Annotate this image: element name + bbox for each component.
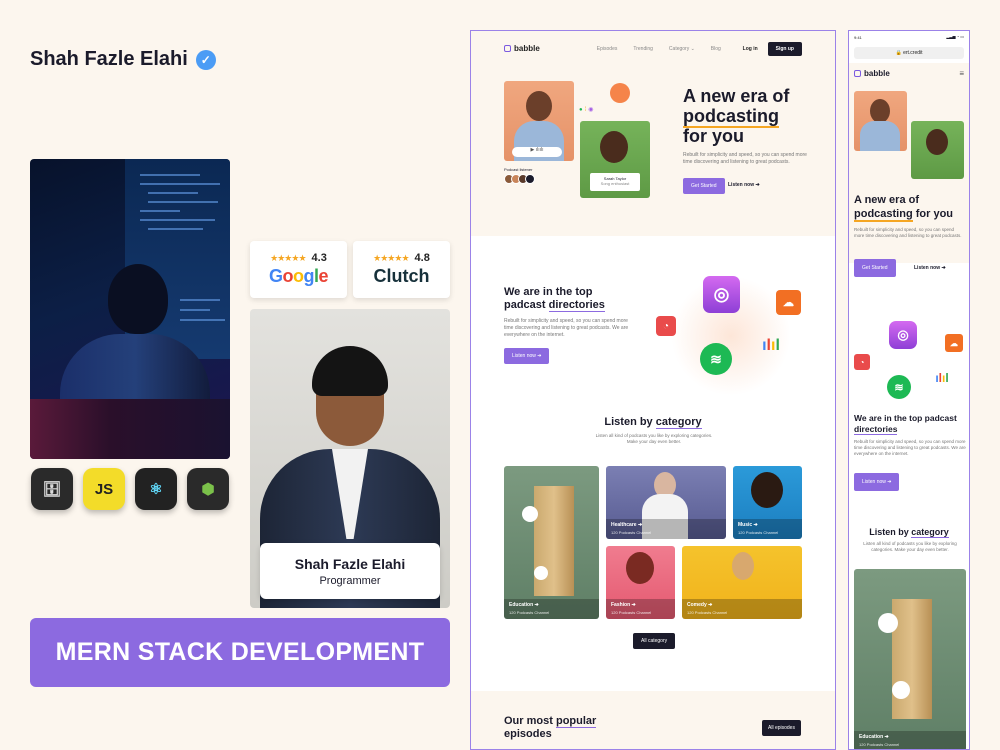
mongodb-icon: 🗄 [31,468,73,510]
url-bar[interactable]: 🔒 ert.credit [854,47,964,59]
soundcloud-icon: ☁ [776,290,801,315]
profile-card: Shah Fazle Elahi Programmer [260,543,440,599]
mobile-listen-now-link[interactable]: Listen now ➔ [914,265,946,271]
logo-icon [504,45,511,52]
category-tile-comedy[interactable]: Comedy ➔ 120 Podcasts Channel [682,546,802,619]
mobile-category-subtitle: Listen all kind of podcasts you like by … [863,541,957,552]
clutch-stars: ★★★★★ 4.8 [373,252,430,264]
nav-blog[interactable]: Blog [711,46,721,52]
episodes-title: Our most popular episodes [504,715,597,740]
listener-avatars [504,174,535,184]
platform-icons: ●⁞◉ [579,107,596,113]
directories-subtitle: Rebuilt for simplicity and speed, so you… [504,318,629,338]
desktop-mockup: babble Episodes Trending Category ⌄ Blog… [470,30,836,750]
get-started-button[interactable]: Get Started [683,178,725,194]
mobile-directories-subtitle: Rebuilt for simplicity and speed, so you… [854,439,966,456]
mobile-category-title: Listen by category [869,527,949,538]
audio-wave-icon: ▶ ılıılı [512,147,562,157]
listen-now-link[interactable]: Listen now ➔ [728,182,760,188]
clutch-logo: Clutch [373,266,430,286]
directories-listen-button[interactable]: Listen now ➔ [504,348,550,364]
category-tile-music[interactable]: Music ➔ 120 Podcasts Channel [733,466,802,539]
mobile-logo-icon [854,70,861,77]
author-header: Shah Fazle Elahi ✓ [30,48,216,71]
all-category-button[interactable]: All category [633,633,676,649]
clutch-rating-card: ★★★★★ 4.8 Clutch [353,241,450,298]
mobile-apple-podcasts-icon: ◎ [889,321,917,349]
mobile-get-started-button[interactable]: Get Started [854,259,896,277]
hero-section: ▶ ılıılı Podcast listener ●⁞◉ Sarah Tayl… [471,66,835,236]
status-icons: ▂▃▅ ◔ ▭ [946,34,964,39]
episodes-section: Our most popular episodes All episodes [471,691,835,749]
google-podcasts-icon: ılıl [762,337,780,354]
pocket-casts-icon: ◔ [656,316,676,336]
service-banner: MERN STACK DEVELOPMENT [30,618,450,687]
listener-label: Podcast listener [504,167,533,172]
mobile-directories-title: We are in the top padcast directories [854,413,957,435]
mobile-listener-photo [854,91,907,151]
singer-photo: Sarah Taylor Song enthusiast [580,121,650,198]
apple-podcasts-icon: ◎ [703,276,740,313]
signup-button[interactable]: Sign up [767,41,802,56]
google-logo: Google [268,266,329,286]
desktop-navbar: babble Episodes Trending Category ⌄ Blog… [471,31,835,66]
verified-badge-icon: ✓ [195,49,216,70]
category-subtitle: Listen all kind of podcasts you like by … [595,433,713,444]
javascript-icon: JS [83,468,125,510]
hero-title: A new era of podcasting for you [683,86,790,146]
singer-role: Song enthusiast [600,181,630,186]
mobile-hero-title: A new era of podcasting for you [854,194,954,222]
mobile-directories-listen-button[interactable]: Listen now ➔ [854,473,900,491]
mobile-spotify-icon: ≋ [887,375,911,399]
mobile-hero-subtitle: Rebuilt for simplicity and speed, so you… [854,227,962,238]
spotify-icon: ≋ [700,343,732,375]
nav-trending[interactable]: Trending [633,46,653,52]
mobile-category-tile-education[interactable]: Education ➔ 120 Podcasts Channel [854,569,966,749]
author-name: Shah Fazle Elahi [30,48,188,70]
mobile-mockup: 9:41 ▂▃▅ ◔ ▭ 🔒 ert.credit babble ≡ A new… [848,30,970,750]
profile-name: Shah Fazle Elahi [294,555,406,572]
login-link[interactable]: Log in [743,46,758,52]
all-episodes-button[interactable]: All episodes [762,720,801,736]
category-tile-fashion[interactable]: Fashion ➔ 120 Podcasts Channel [606,546,675,619]
podcast-badge-icon [610,83,630,103]
status-time: 9:41 [854,35,862,40]
mobile-soundcloud-icon: ☁ [945,334,963,352]
google-stars: ★★★★★ 4.3 [270,252,327,264]
mobile-logo[interactable]: babble [854,69,890,78]
category-tile-healthcare[interactable]: Healthcare ➔ 120 Podcasts Channel [606,466,726,539]
hero-subtitle: Rebuilt for simplicity and speed, so you… [683,152,807,165]
nav-category[interactable]: Category ⌄ [669,46,695,52]
coder-photo [30,159,230,459]
category-title: Listen by category [604,416,702,429]
mobile-google-podcasts-icon: ılıl [935,371,949,385]
profile-role: Programmer [319,574,381,587]
mobile-pocket-casts-icon: ◔ [854,354,870,370]
directories-section: We are in the top padcast directories Re… [471,236,835,691]
nav-episodes[interactable]: Episodes [597,46,618,52]
listener-photo: ▶ ılıılı [504,81,574,161]
directories-title: We are in the top padcast directories [504,286,605,312]
babble-logo[interactable]: babble [504,44,540,53]
hamburger-menu-icon[interactable]: ≡ [959,69,964,78]
nodejs-icon: ⬢ [187,468,229,510]
mobile-singer-photo [911,121,964,179]
react-icon: ⚛ [135,468,177,510]
google-rating-card: ★★★★★ 4.3 Google [250,241,347,298]
category-tile-education[interactable]: Education ➔ 120 Podcasts Channel [504,466,599,619]
